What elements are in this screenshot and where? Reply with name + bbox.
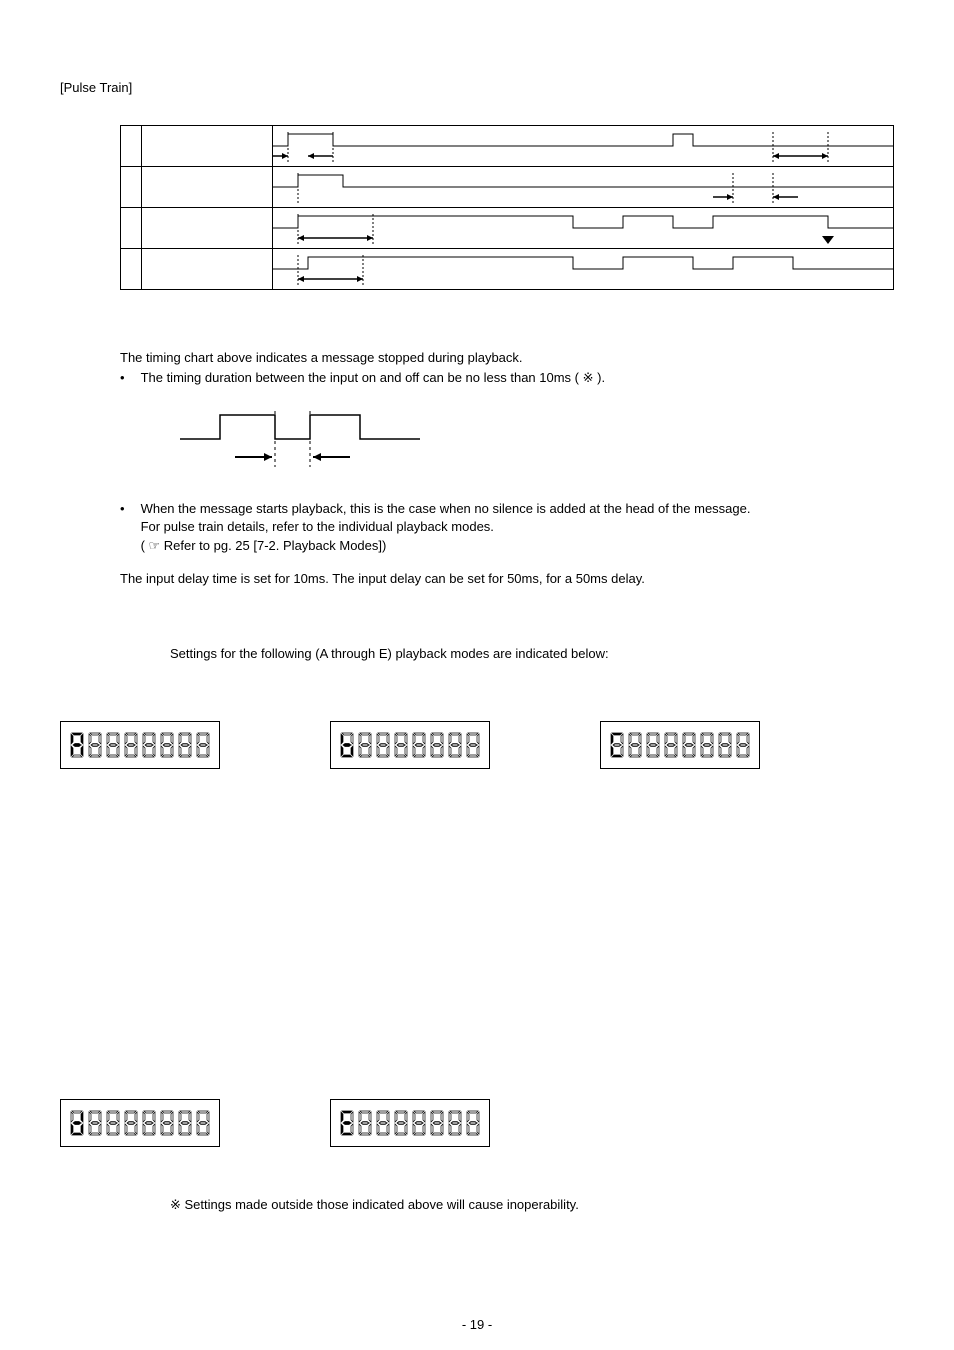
page-number: - 19 - [0,1317,954,1332]
lcd-display [330,1099,490,1147]
bullet-icon: • [120,500,125,555]
bullet-text: ( ☞ Refer to pg. 25 [7-2. Playback Modes… [141,537,751,555]
bullet-icon: • [120,369,125,387]
bullet-text: When the message starts playback, this i… [141,500,751,518]
section-title: [Pulse Train] [60,80,894,95]
lcd-display [60,721,220,769]
warning-text: ※ Settings made outside those indicated … [170,1197,894,1213]
timing-pulse-diagram [180,407,894,480]
timing-chart [120,125,894,290]
paragraph: The timing chart above indicates a messa… [120,350,894,365]
lcd-display-grid [60,721,894,1147]
lcd-display [600,721,760,769]
bullet-text: For pulse train details, refer to the in… [141,518,751,536]
lcd-display [330,721,490,769]
bullet-text: The timing duration between the input on… [141,369,606,387]
lcd-display [60,1099,220,1147]
paragraph: Settings for the following (A through E)… [170,646,894,661]
paragraph: The input delay time is set for 10ms. Th… [120,571,894,586]
